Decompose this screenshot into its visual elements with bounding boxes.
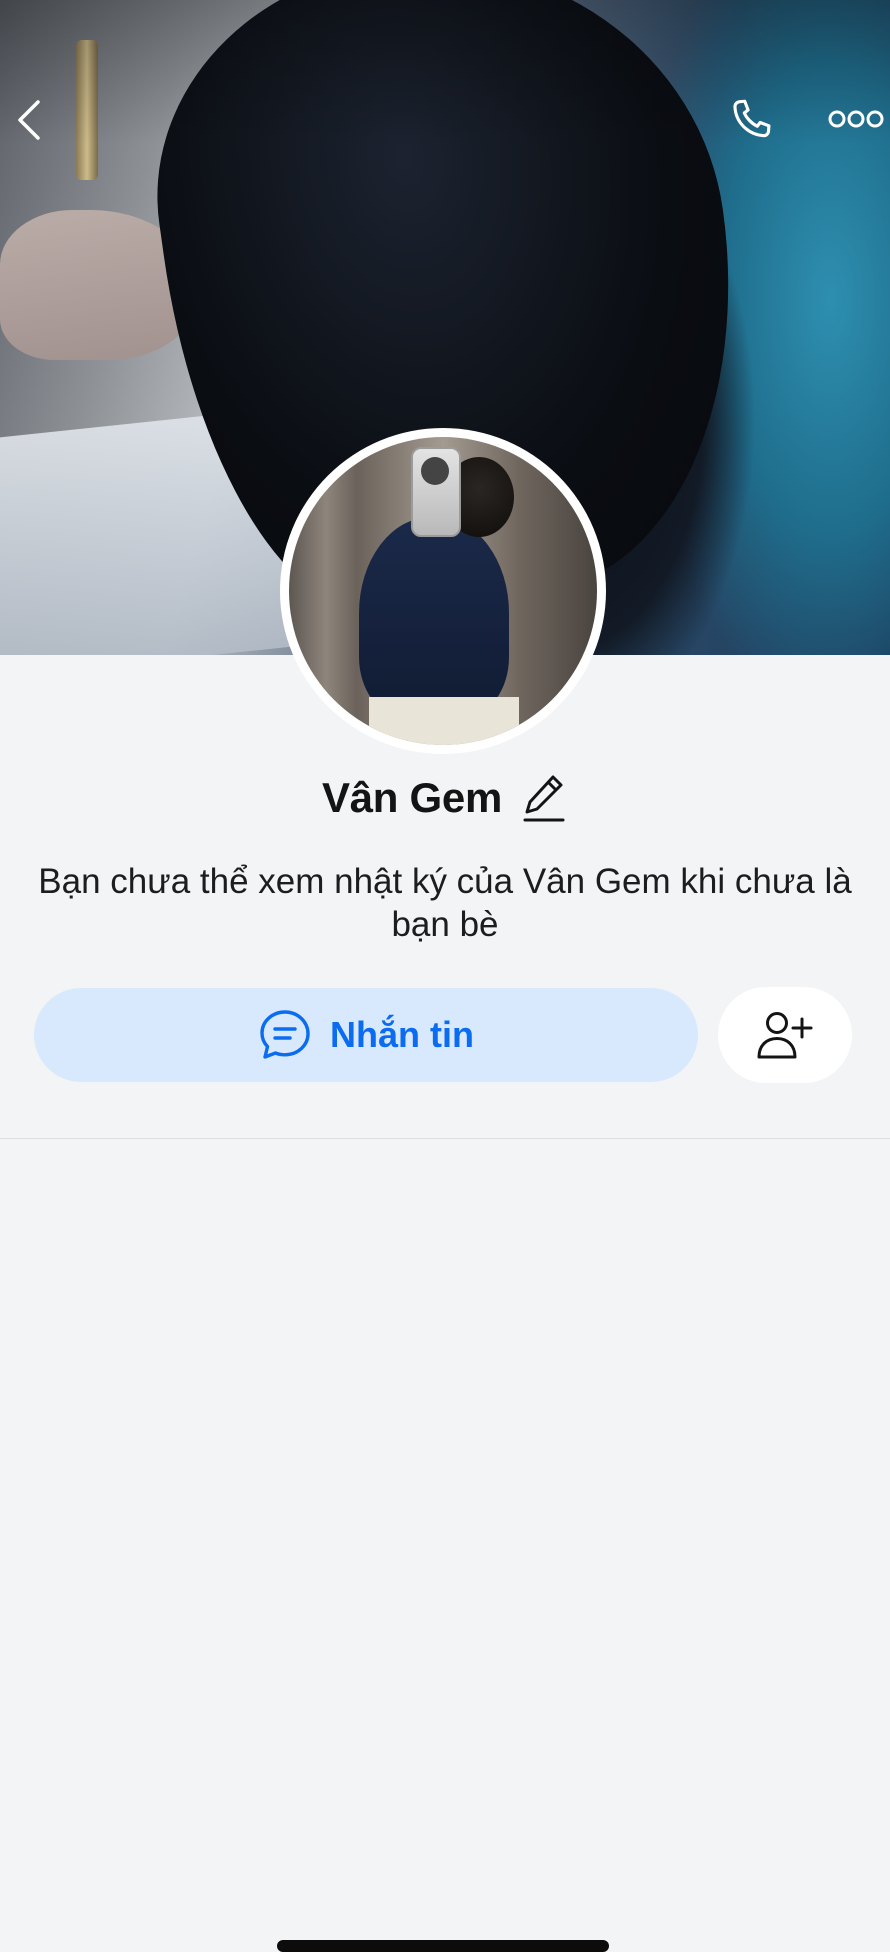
pencil-icon (523, 775, 565, 822)
message-button[interactable]: Nhắn tin (34, 988, 698, 1082)
chat-bubble-icon (260, 1010, 310, 1059)
avatar[interactable] (280, 428, 606, 754)
friend-restriction-text: Bạn chưa thể xem nhật ký của Vân Gem khi… (38, 862, 852, 944)
home-indicator[interactable] (277, 1940, 609, 1952)
more-dots-icon (828, 110, 884, 128)
edit-name-button[interactable] (520, 772, 568, 824)
more-button[interactable] (826, 96, 886, 142)
avatar-phone (411, 447, 461, 537)
avatar-figure (359, 517, 509, 717)
avatar-photo (289, 437, 597, 745)
phone-icon (733, 99, 771, 138)
call-button[interactable] (720, 92, 782, 148)
back-button[interactable] (6, 92, 50, 148)
chevron-left-icon (18, 100, 40, 140)
profile-name-row: Vân Gem (0, 772, 890, 824)
section-divider (0, 1138, 890, 1139)
add-friend-button[interactable] (718, 987, 852, 1083)
message-button-label: Nhắn tin (330, 1014, 474, 1055)
add-user-icon (757, 1012, 813, 1059)
profile-name: Vân Gem (322, 774, 502, 821)
avatar-figure-lower (369, 697, 519, 745)
